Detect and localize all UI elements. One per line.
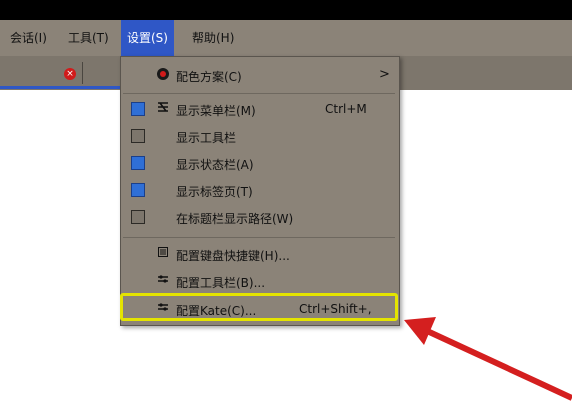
red-callout-arrow — [404, 317, 572, 401]
